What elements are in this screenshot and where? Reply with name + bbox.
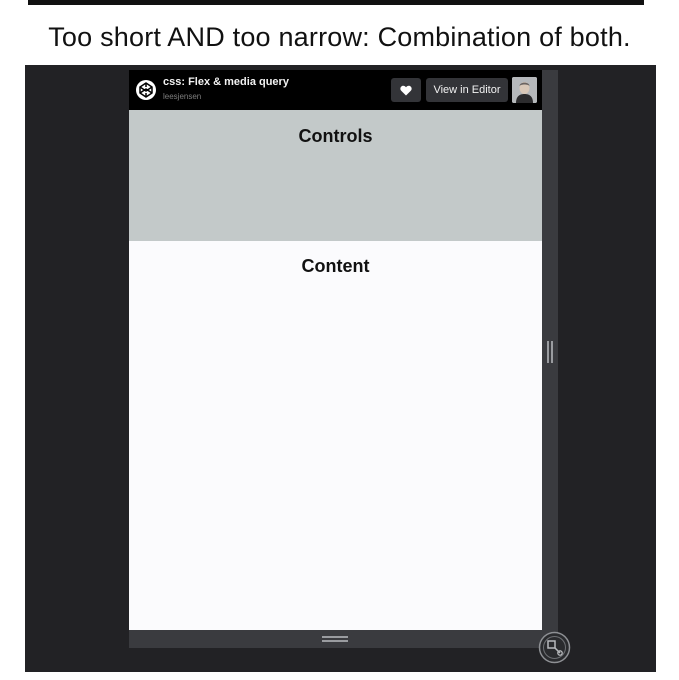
pen-author[interactable]: leesjensen: [163, 92, 201, 101]
content-heading: Content: [301, 256, 370, 276]
controls-panel: Controls: [129, 110, 542, 241]
content-panel: Content: [129, 241, 542, 630]
pen-title[interactable]: css: Flex & media query: [163, 76, 289, 88]
user-avatar[interactable]: [512, 77, 537, 103]
horizontal-resize-handle[interactable]: [322, 636, 348, 642]
caption: Too short AND too narrow: Combination of…: [48, 22, 631, 52]
pen-header: css: Flex & media query leesjensen View …: [129, 70, 542, 110]
resize-corner-icon[interactable]: [538, 631, 571, 664]
heart-icon: [400, 85, 412, 95]
controls-heading: Controls: [298, 126, 373, 146]
avatar-image: [512, 77, 537, 103]
vertical-resize-handle[interactable]: [547, 341, 553, 363]
codepen-logo-icon[interactable]: [135, 79, 157, 101]
view-in-editor-button[interactable]: View in Editor: [426, 78, 508, 102]
top-rule: [28, 0, 644, 5]
like-button[interactable]: [391, 78, 421, 102]
